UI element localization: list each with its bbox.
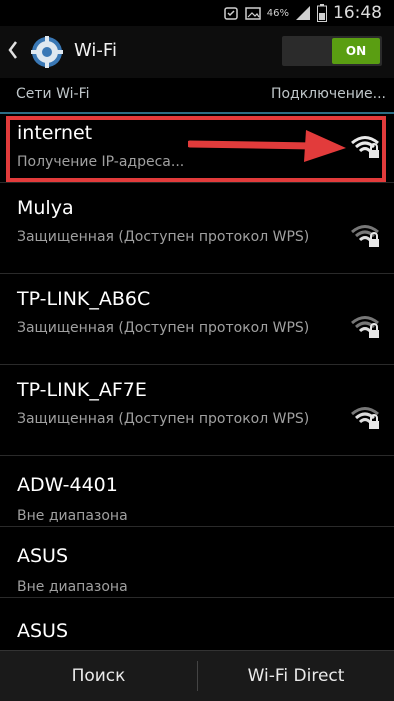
network-name: ASUS <box>17 620 69 642</box>
network-name: ASUS <box>17 545 69 567</box>
connection-status: Подключение... <box>270 86 386 102</box>
network-item-mulya[interactable]: Mulya Защищенная (Доступен протокол WPS) <box>0 183 394 274</box>
network-item-tp-link-ab6c[interactable]: TP-LINK_AB6C Защищенная (Доступен проток… <box>0 274 394 365</box>
network-item-asus[interactable]: ASUS Вне диапазона <box>0 527 394 598</box>
network-status: Защищенная (Доступен протокол WPS) <box>17 411 310 427</box>
wifi-direct-button[interactable]: Wi-Fi Direct <box>198 651 394 701</box>
wifi-toggle[interactable]: ON <box>282 36 382 66</box>
search-button[interactable]: Поиск <box>0 651 197 701</box>
image-icon <box>245 7 261 20</box>
battery-percent: 46% <box>266 7 289 19</box>
network-item-asus-2[interactable]: ASUS <box>0 598 394 650</box>
wifi-toggle-on-label: ON <box>332 38 380 64</box>
network-status: Вне диапазона <box>17 579 128 595</box>
network-name: ADW-4401 <box>17 474 118 496</box>
network-name: TP-LINK_AB6C <box>17 288 151 310</box>
arrow-annotation <box>188 130 346 162</box>
action-bar: Wi-Fi ON <box>0 26 394 78</box>
signal-icon <box>296 6 310 20</box>
section-title: Сети Wi-Fi <box>16 86 90 102</box>
network-name: Mulya <box>17 197 74 219</box>
gear-icon <box>31 36 63 68</box>
wifi-lock-icon <box>351 225 379 247</box>
back-icon[interactable] <box>8 40 18 60</box>
page-title: Wi-Fi <box>74 40 117 61</box>
bottom-bar: Поиск Wi-Fi Direct <box>0 650 394 701</box>
network-status: Вне диапазона <box>17 508 128 524</box>
section-header: Сети Wi-Fi Подключение... <box>0 80 394 114</box>
network-item-tp-link-af7e[interactable]: TP-LINK_AF7E Защищенная (Доступен проток… <box>0 365 394 456</box>
network-status: Защищенная (Доступен протокол WPS) <box>17 229 310 245</box>
status-bar: 46% 16:48 <box>0 0 394 26</box>
clock: 16:48 <box>333 3 382 23</box>
alarm-icon <box>224 7 238 20</box>
wifi-lock-icon <box>351 316 379 338</box>
network-name: TP-LINK_AF7E <box>17 379 147 401</box>
status-indicators: 46% 16:48 <box>223 2 382 24</box>
network-status: Защищенная (Доступен протокол WPS) <box>17 320 310 336</box>
battery-icon <box>317 4 327 22</box>
network-item-adw-4401[interactable]: ADW-4401 Вне диапазона <box>0 456 394 527</box>
wifi-lock-icon <box>351 407 379 429</box>
